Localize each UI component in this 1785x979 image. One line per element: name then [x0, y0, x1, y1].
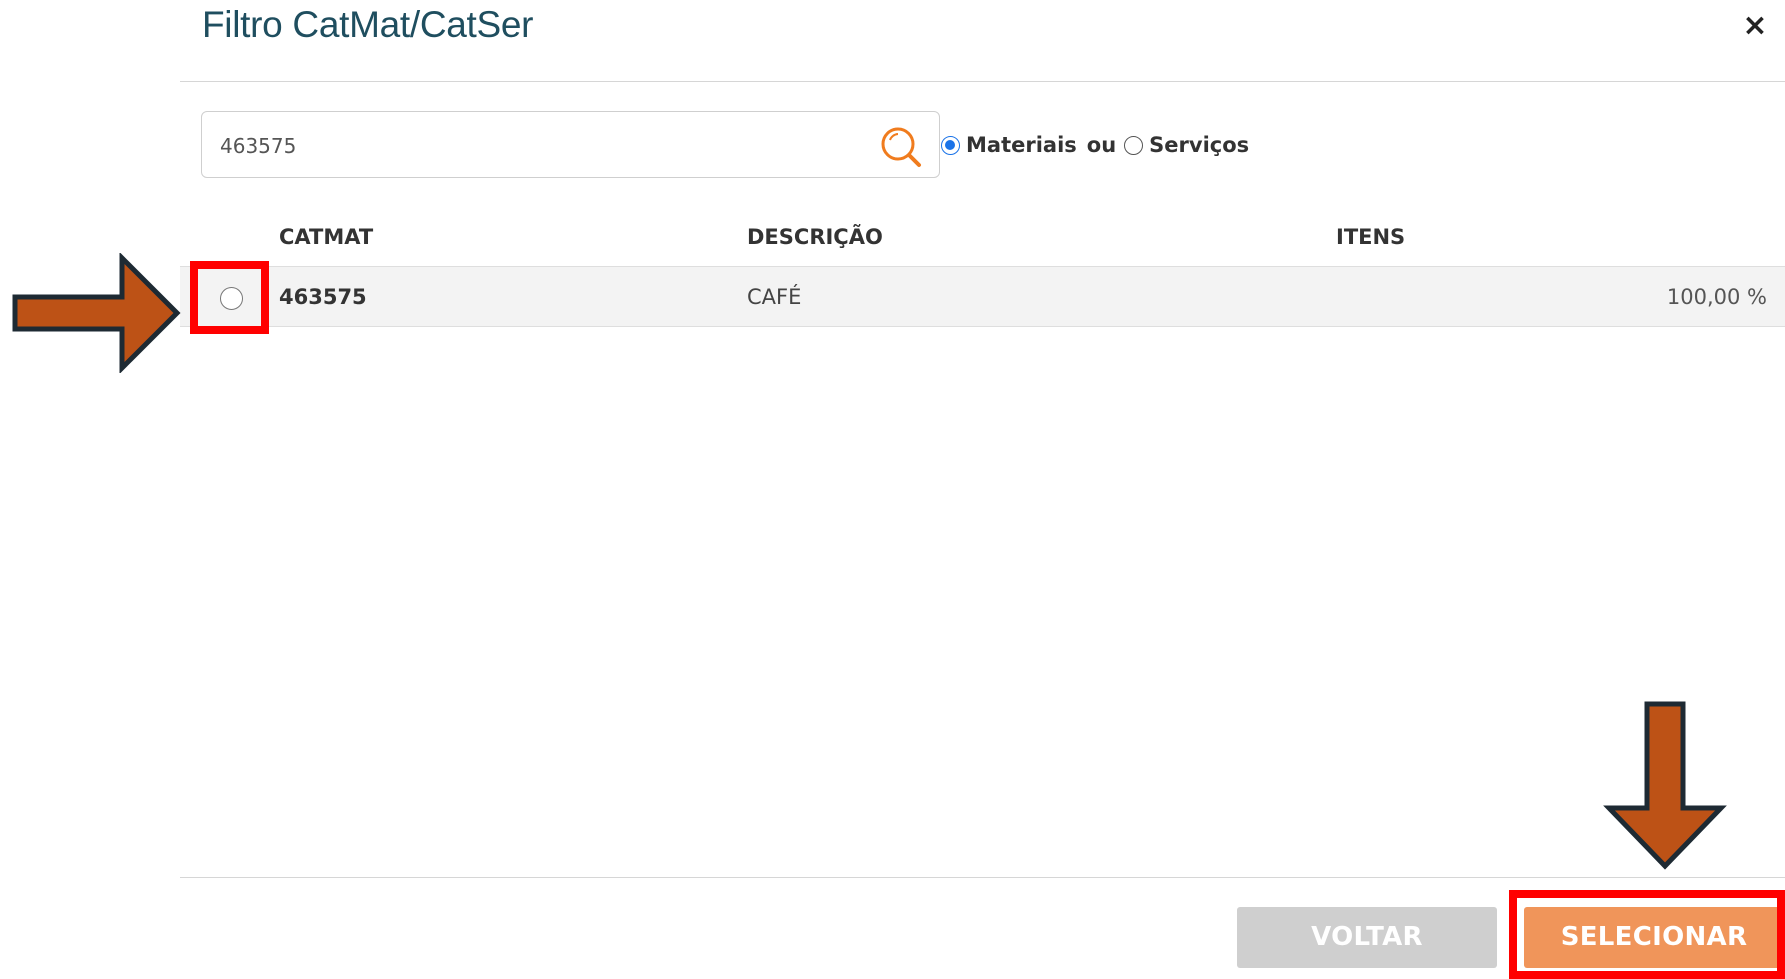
search-icon[interactable]	[879, 126, 923, 168]
back-button[interactable]: VOLTAR	[1237, 907, 1497, 968]
column-header-catmat: CATMAT	[279, 225, 374, 249]
right-arrow-annotation	[12, 253, 181, 373]
servicos-radio[interactable]	[1124, 135, 1144, 155]
column-header-descricao: DESCRIÇÃO	[747, 225, 883, 249]
search-input[interactable]	[218, 129, 862, 163]
column-header-itens: ITENS	[1336, 225, 1406, 249]
down-arrow-annotation	[1603, 701, 1727, 870]
table-row[interactable]: 463575 CAFÉ 100,00 %	[180, 266, 1785, 327]
catmat-code: 463575	[279, 285, 367, 309]
materiais-label[interactable]: Materiais	[966, 133, 1077, 157]
select-button-highlight	[1509, 890, 1785, 979]
search-box	[201, 111, 940, 178]
or-label: ou	[1086, 133, 1117, 157]
footer-divider	[180, 877, 1785, 878]
type-filter: Materiais ou Serviços	[941, 130, 1249, 160]
row-description: CAFÉ	[747, 285, 802, 309]
servicos-label[interactable]: Serviços	[1149, 133, 1249, 157]
modal-title: Filtro CatMat/CatSer	[202, 4, 534, 45]
materiais-radio[interactable]	[941, 135, 960, 155]
header-divider	[180, 81, 1785, 82]
row-percent: 100,00 %	[1666, 285, 1767, 309]
close-icon[interactable]: ×	[1740, 8, 1770, 44]
row-radio-highlight	[190, 261, 269, 334]
